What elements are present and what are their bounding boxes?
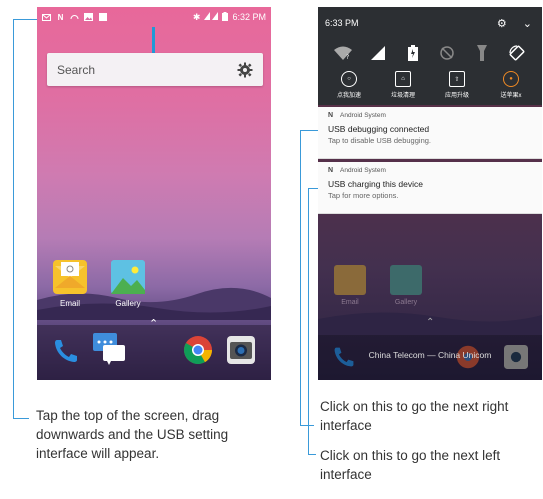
gear-icon[interactable] [237, 62, 253, 78]
mail-notification-icon [42, 13, 51, 21]
image-notification-icon [84, 13, 93, 21]
right-phone-screen: 6:33 PM ⚙ ⌄ ? ○ 点我加速 ⌂ 垃圾清理 ⇧ 应用升级 ● 送苹果… [318, 7, 542, 380]
left-connector-top [13, 19, 37, 20]
qs-tile-label: 应用升级 [444, 93, 469, 99]
gallery-app-label: Gallery [115, 299, 141, 308]
battery-toggle-icon[interactable] [404, 44, 422, 62]
chrome-icon[interactable] [183, 335, 213, 370]
qs-status-time: 6:33 PM [325, 18, 359, 28]
android-system-icon: N [328, 112, 334, 119]
upgrade-icon: ⇧ [449, 71, 465, 87]
notification-app-name: Android System [340, 112, 386, 119]
dock [37, 325, 271, 380]
right-upper-connector-top [300, 130, 318, 131]
left-phone-screen: N ✱ 6:32 PM Search Email Gallery ⌃ [37, 7, 271, 380]
qs-tile-cleanup[interactable]: ⌂ 垃圾清理 [379, 71, 427, 99]
search-bar[interactable]: Search [47, 53, 263, 86]
qs-tile-label: 送苹果x [500, 93, 522, 99]
left-connector-bottom [13, 418, 29, 419]
file-notification-icon [98, 13, 107, 21]
notification-body: Tap for more options. [328, 191, 399, 200]
email-app-label: Email [59, 299, 80, 308]
auto-rotate-toggle-icon[interactable] [508, 44, 526, 62]
right-lower-connector-top [308, 188, 318, 189]
notification-body: Tap to disable USB debugging. [328, 136, 431, 145]
qs-tile-upgrade[interactable]: ⇧ 应用升级 [433, 71, 481, 99]
caption-left: Tap the top of the screen, drag downward… [36, 408, 229, 461]
dim-caret-icon: ⌃ [426, 317, 435, 328]
camera-icon[interactable] [227, 336, 255, 369]
settings-gear-icon[interactable]: ⚙ [497, 17, 507, 30]
left-connector-vertical [13, 19, 14, 418]
quick-settings-panel: 6:33 PM ⚙ ⌄ ? ○ 点我加速 ⌂ 垃圾清理 ⇧ 应用升级 ● 送苹果… [318, 7, 542, 105]
messages-icon[interactable] [93, 333, 127, 370]
qs-tile-label: 点我加速 [336, 93, 361, 99]
email-app-icon[interactable] [53, 260, 87, 294]
notification-title: USB charging this device [328, 179, 423, 189]
promo-icon: ● [503, 71, 519, 87]
wifi-toggle-icon[interactable]: ? [334, 44, 353, 62]
right-upper-connector-vertical [300, 130, 301, 425]
notification-title: USB debugging connected [328, 124, 430, 134]
bluetooth-icon: ✱ [192, 11, 201, 22]
n-notification-icon: N [57, 12, 64, 22]
android-system-icon: N [328, 167, 334, 174]
speedup-icon: ○ [341, 71, 357, 87]
status-bar[interactable]: N ✱ 6:32 PM [37, 7, 271, 27]
qs-tile-speedup[interactable]: ○ 点我加速 [325, 71, 373, 99]
qs-tile-promo[interactable]: ● 送苹果x [487, 71, 535, 99]
expand-chevron-icon[interactable]: ⌄ [523, 17, 532, 30]
notification-app-name: Android System [340, 167, 386, 174]
qs-tile-label: 垃圾清理 [390, 93, 415, 99]
battery-icon [222, 11, 229, 23]
notification-usb-charging[interactable]: N Android System USB charging this devic… [318, 162, 542, 214]
search-placeholder: Search [57, 62, 96, 77]
caption-right-lower: Click on this to go the next left interf… [320, 448, 501, 482]
signal-toggle-icon[interactable] [369, 44, 387, 62]
dim-email-icon [334, 265, 366, 295]
signal-icon [204, 12, 219, 22]
dnd-toggle-icon[interactable] [438, 44, 456, 62]
right-lower-connector-bottom [308, 454, 316, 455]
status-time: 6:32 PM [232, 12, 266, 22]
phone-icon[interactable] [52, 337, 80, 370]
notification-usb-debugging[interactable]: N Android System USB debugging connected… [318, 107, 542, 159]
svg-text:?: ? [346, 54, 349, 60]
flashlight-toggle-icon[interactable] [473, 44, 491, 62]
carrier-label: China Telecom — China Unicom [368, 350, 492, 360]
dim-gallery-icon [390, 265, 422, 295]
gallery-app-icon[interactable] [111, 260, 145, 294]
caption-right-upper: Click on this to go the next right inter… [320, 399, 509, 433]
right-upper-connector-bottom [300, 425, 314, 426]
right-lower-connector-vertical [308, 188, 309, 454]
headset-icon [70, 13, 79, 21]
trash-icon: ⌂ [395, 71, 411, 87]
